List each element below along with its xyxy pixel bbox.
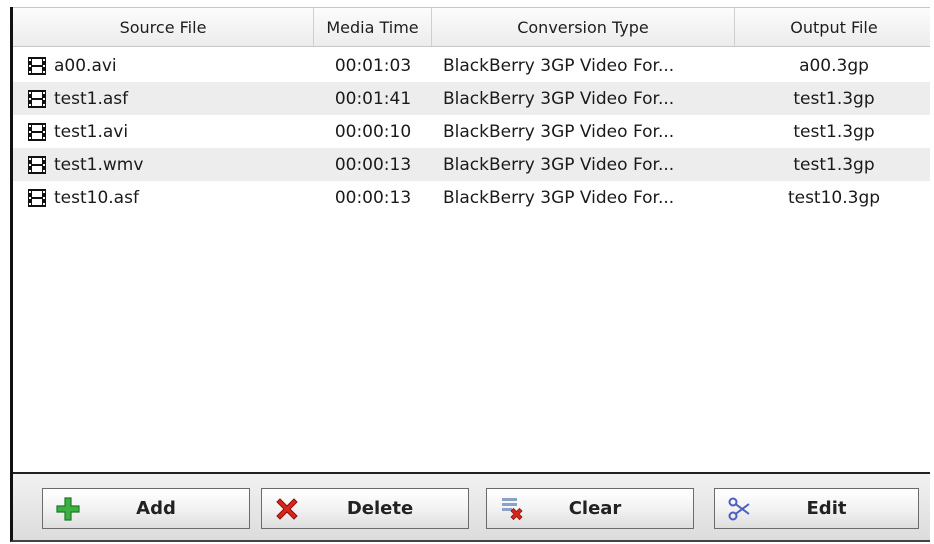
clear-button[interactable]: Clear	[486, 488, 694, 529]
source-file-cell: test1.asf	[27, 82, 312, 115]
source-file-cell: test1.avi	[27, 115, 312, 148]
output-file-cell: a00.3gp	[799, 55, 869, 76]
add-button[interactable]: Add	[42, 488, 250, 529]
output-file-cell: test10.3gp	[787, 187, 881, 208]
media-time-cell: 00:00:13	[334, 154, 412, 175]
conversion-type-cell: BlackBerry 3GP Video For...	[443, 187, 675, 208]
clear-label: Clear	[568, 498, 622, 519]
table-row[interactable]: test1.asf 00:01:41 BlackBerry 3GP Video …	[13, 82, 930, 115]
film-icon	[28, 56, 46, 75]
source-file-name: test1.asf	[54, 88, 129, 109]
add-label: Add	[136, 498, 176, 519]
source-file-name: test1.avi	[54, 121, 129, 142]
column-header-output-file[interactable]: Output File	[735, 8, 933, 46]
conversion-type-cell: BlackBerry 3GP Video For...	[443, 154, 675, 175]
media-time-cell: 00:01:41	[334, 88, 412, 109]
action-toolbar: Add Delete Clear Edit	[13, 472, 930, 540]
column-header-source-file[interactable]: Source File	[13, 8, 314, 46]
film-icon	[28, 188, 46, 207]
delete-label: Delete	[346, 498, 414, 519]
media-time-cell: 00:00:10	[334, 121, 412, 142]
delete-button[interactable]: Delete	[261, 488, 469, 529]
table-row[interactable]: test1.avi 00:00:10 BlackBerry 3GP Video …	[13, 115, 930, 148]
edit-button[interactable]: Edit	[714, 488, 919, 529]
output-file-cell: test1.3gp	[793, 121, 875, 142]
output-file-cell: test1.3gp	[793, 88, 875, 109]
media-time-cell: 00:00:13	[334, 187, 412, 208]
table-row[interactable]: test1.wmv 00:00:13 BlackBerry 3GP Video …	[13, 148, 930, 181]
edit-label: Edit	[806, 498, 847, 519]
source-file-cell: a00.avi	[27, 49, 312, 82]
table-header: Source File Media Time Conversion Type O…	[13, 7, 930, 47]
source-file-cell: test10.asf	[27, 181, 312, 214]
table-row[interactable]: test10.asf 00:00:13 BlackBerry 3GP Video…	[13, 181, 930, 214]
file-list-panel: Source File Media Time Conversion Type O…	[10, 7, 930, 542]
conversion-type-cell: BlackBerry 3GP Video For...	[443, 55, 675, 76]
conversion-type-cell: BlackBerry 3GP Video For...	[443, 121, 675, 142]
source-file-name: a00.avi	[54, 55, 117, 76]
column-header-conversion-type[interactable]: Conversion Type	[432, 8, 735, 46]
source-file-cell: test1.wmv	[27, 148, 312, 181]
source-file-name: test10.asf	[54, 187, 139, 208]
conversion-type-cell: BlackBerry 3GP Video For...	[443, 88, 675, 109]
film-icon	[28, 122, 46, 141]
output-file-cell: test1.3gp	[793, 154, 875, 175]
film-icon	[28, 155, 46, 174]
table-row[interactable]: a00.avi 00:01:03 BlackBerry 3GP Video Fo…	[13, 49, 930, 82]
media-time-cell: 00:01:03	[334, 55, 412, 76]
column-header-media-time[interactable]: Media Time	[314, 8, 432, 46]
film-icon	[28, 89, 46, 108]
file-table-body: a00.avi 00:01:03 BlackBerry 3GP Video Fo…	[13, 49, 930, 214]
source-file-name: test1.wmv	[54, 154, 144, 175]
